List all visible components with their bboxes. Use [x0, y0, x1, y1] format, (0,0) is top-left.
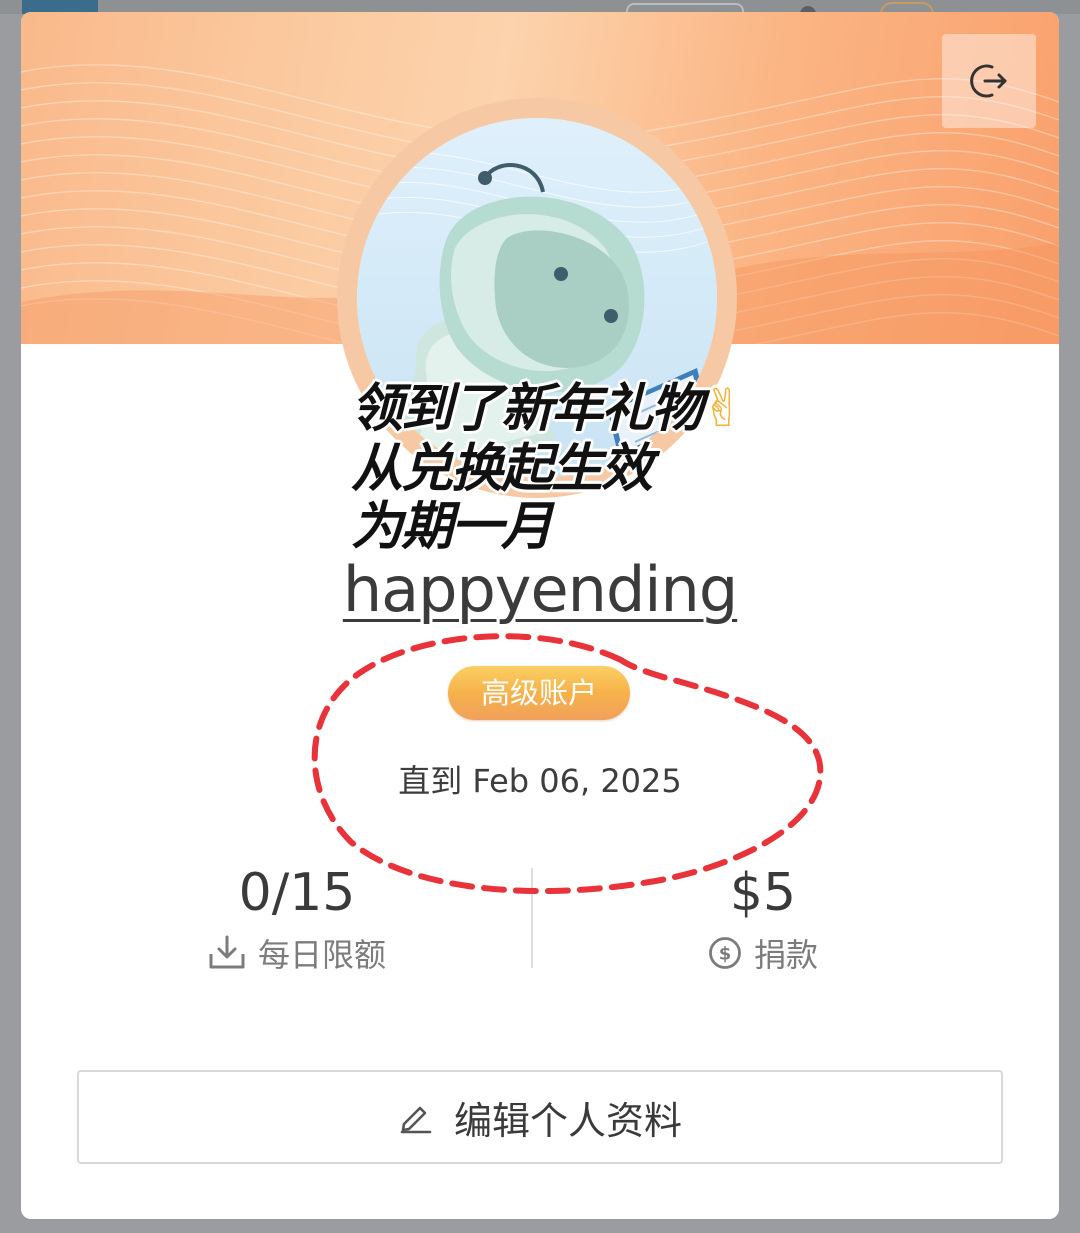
expiry-prefix: 直到 [398, 762, 463, 800]
membership-expiry: 直到 Feb 06, 2025 [21, 756, 1059, 802]
profile-card: 领到了新年礼物✌ 从兑换起生效 为期一月 happyending 高级账户 直到… [21, 12, 1059, 1219]
pencil-icon [400, 1106, 432, 1134]
daily-limit-value: 0/15 [238, 863, 356, 923]
caption-line-1: 领到了新年礼物✌ [351, 379, 745, 439]
daily-limit-label: 每日限额 [257, 936, 386, 974]
logout-button[interactable] [942, 34, 1036, 128]
premium-account-badge: 高级账户 [448, 666, 630, 720]
edit-profile-button[interactable]: 编辑个人资料 [77, 1070, 1003, 1164]
daily-limit-stat: 0/15 每日限额 [57, 862, 537, 976]
caption-line-3: 为期一月 [351, 497, 553, 557]
edit-profile-label: 编辑个人资料 [453, 1098, 682, 1143]
svg-text:$: $ [719, 944, 732, 965]
donation-value: $5 [729, 863, 797, 923]
victory-hand-icon: ✌ [701, 379, 745, 439]
username-link[interactable]: happyending [21, 550, 1059, 630]
caption-line-2: 从兑换起生效 [351, 439, 653, 499]
expiry-date: Feb 06, 2025 [472, 762, 682, 800]
dollar-circle-icon: $ [709, 937, 741, 969]
donation-label: 捐款 [753, 936, 818, 974]
donation-caption: $ 捐款 [523, 930, 1003, 976]
download-icon [209, 935, 245, 969]
daily-limit-caption: 每日限额 [57, 930, 537, 976]
logout-icon [970, 64, 1007, 98]
donation-stat: $5 $ 捐款 [523, 862, 1003, 976]
